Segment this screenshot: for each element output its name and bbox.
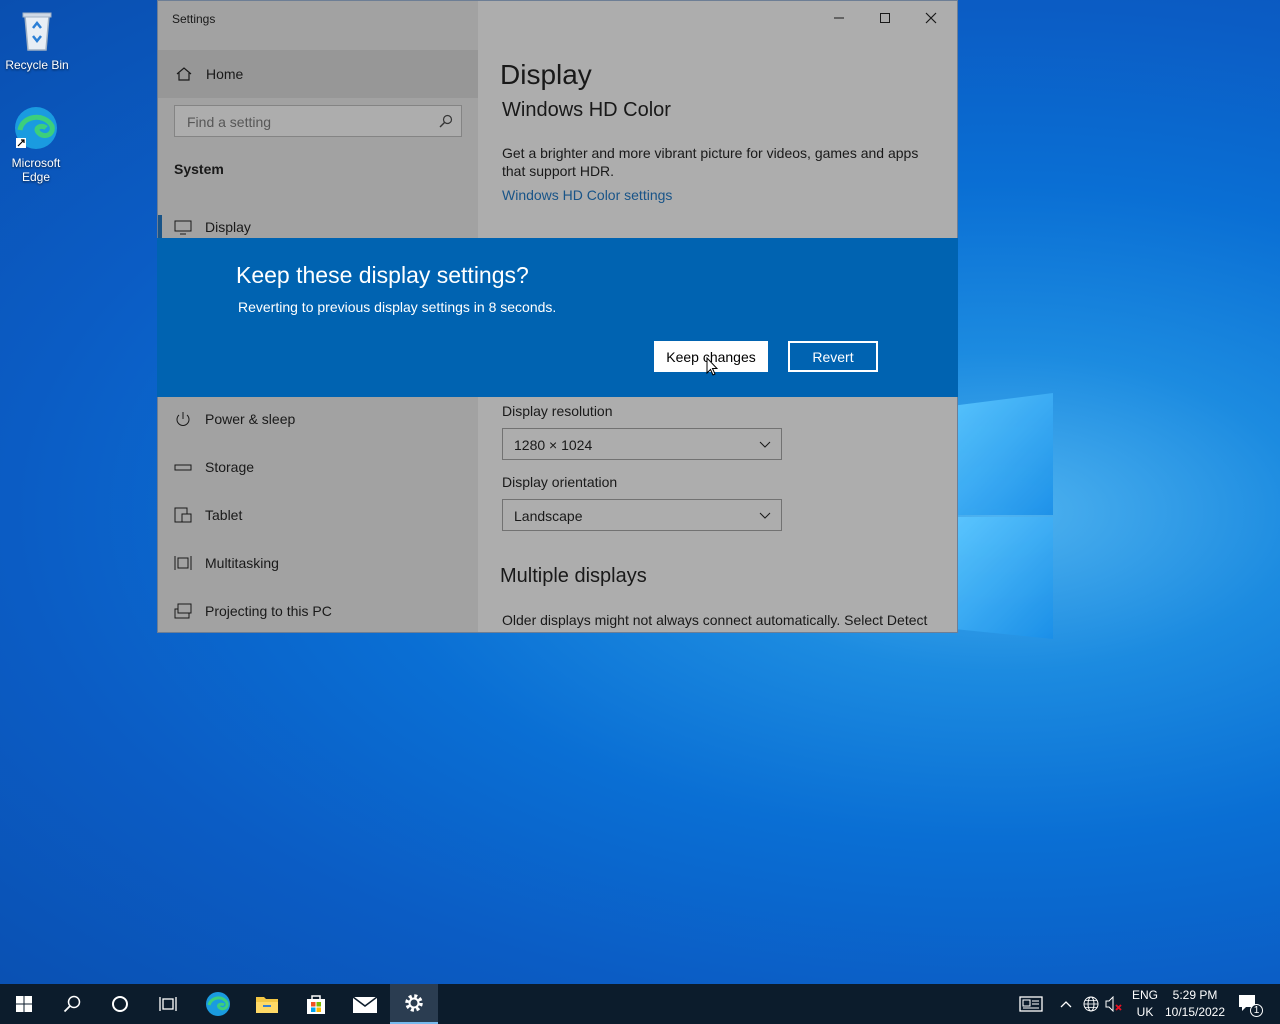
chevron-up-icon xyxy=(1060,1001,1072,1008)
network-button[interactable] xyxy=(1080,984,1102,1024)
news-icon xyxy=(1019,996,1043,1012)
keep-settings-dialog: Keep these display settings? Reverting t… xyxy=(157,238,958,397)
task-view-icon xyxy=(159,997,177,1011)
file-explorer-icon xyxy=(256,997,278,1013)
mouse-cursor-icon xyxy=(706,357,718,376)
mail-icon xyxy=(352,996,378,1013)
windows-logo-wallpaper xyxy=(957,385,1057,641)
dialog-title: Keep these display settings? xyxy=(236,262,529,288)
volume-muted-icon xyxy=(1105,996,1122,1012)
task-view-button[interactable] xyxy=(144,984,192,1024)
taskbar-search-button[interactable] xyxy=(48,984,96,1024)
revert-button[interactable]: Revert xyxy=(788,341,878,372)
cortana-icon xyxy=(112,996,128,1012)
dialog-message: Reverting to previous display settings i… xyxy=(238,299,557,315)
notification-count: 1 xyxy=(1250,1004,1263,1017)
clock-time: 5:29 PM xyxy=(1172,988,1218,1002)
volume-button[interactable] xyxy=(1103,984,1125,1024)
settings-icon xyxy=(405,994,423,1012)
show-hidden-icons-button[interactable] xyxy=(1057,984,1075,1024)
search-icon xyxy=(63,995,81,1013)
edge-icon xyxy=(206,992,230,1016)
news-button[interactable] xyxy=(1015,984,1047,1024)
edge-label: Microsoft Edge xyxy=(11,156,61,184)
clock-date: 10/15/2022 xyxy=(1164,1005,1226,1019)
recycle-bin-icon xyxy=(22,12,52,51)
recycle-bin-shortcut[interactable]: Recycle Bin xyxy=(1,6,73,72)
recycle-bin-label: Recycle Bin xyxy=(5,58,69,72)
start-icon xyxy=(16,996,32,1012)
store-icon xyxy=(307,995,325,1014)
start-button[interactable] xyxy=(0,984,48,1024)
taskbar: ENG UK 5:29 PM 10/15/2022 1 xyxy=(0,984,1280,1024)
taskbar-file-explorer[interactable] xyxy=(243,984,291,1024)
edge-shortcut[interactable]: Microsoft Edge xyxy=(0,104,72,184)
clock[interactable]: 5:29 PM 10/15/2022 xyxy=(1162,987,1228,1021)
language-secondary: UK xyxy=(1136,1005,1154,1019)
taskbar-store[interactable] xyxy=(292,984,340,1024)
cortana-button[interactable] xyxy=(96,984,144,1024)
language-primary: ENG xyxy=(1131,988,1158,1002)
taskbar-edge[interactable] xyxy=(194,984,242,1024)
taskbar-settings[interactable] xyxy=(390,984,438,1024)
taskbar-mail[interactable] xyxy=(341,984,389,1024)
notifications-button[interactable]: 1 xyxy=(1233,984,1265,1024)
language-indicator[interactable]: ENG UK xyxy=(1128,987,1162,1021)
globe-icon xyxy=(1083,996,1099,1012)
edge-icon xyxy=(15,107,57,149)
